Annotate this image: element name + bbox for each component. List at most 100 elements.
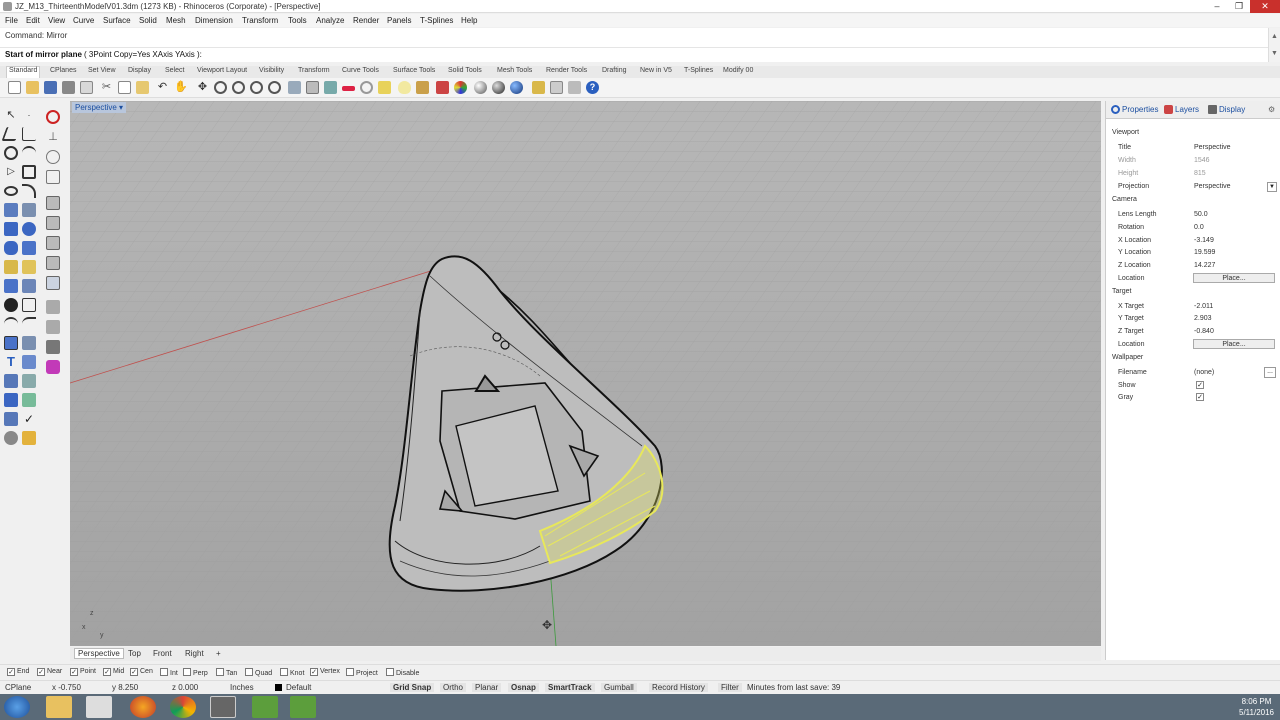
rectangle-icon[interactable] (22, 165, 36, 179)
menu-render[interactable]: Render (353, 16, 379, 25)
menu-help[interactable]: Help (461, 16, 477, 25)
tab-display[interactable]: Display (126, 67, 153, 74)
copy-icon[interactable] (118, 81, 131, 94)
tab-properties[interactable]: Properties (1122, 105, 1158, 114)
undo-icon[interactable]: ↶ (156, 81, 169, 94)
shaded-sphere-icon[interactable] (474, 81, 487, 94)
scroll-down-icon[interactable]: ▼ (1269, 45, 1280, 62)
filter-toggle[interactable]: Filter (718, 683, 742, 692)
select-arrow-icon[interactable]: ↖ (4, 108, 18, 122)
gumball-toggle[interactable]: Gumball (601, 683, 637, 692)
firefox-icon[interactable] (130, 696, 156, 718)
view-cube-perspective-icon[interactable] (46, 256, 60, 270)
viewport-menu-icon[interactable]: ▾ (119, 103, 123, 112)
osnap-point[interactable]: ✓ Point (70, 668, 96, 676)
osnap-cen[interactable]: ✓ Cen (130, 668, 153, 676)
properties-icon[interactable] (80, 81, 93, 94)
tab-perspective[interactable]: Perspective (74, 648, 124, 659)
new-file-icon[interactable] (8, 81, 21, 94)
box-icon[interactable] (4, 222, 18, 236)
target-place-button[interactable]: Place... (1193, 339, 1275, 349)
tab-surface-tools[interactable]: Surface Tools (391, 67, 437, 74)
app-c-icon-1[interactable] (252, 696, 278, 718)
lightbulb-icon[interactable] (398, 81, 411, 94)
osnap-disable-checkbox[interactable] (386, 668, 394, 676)
help-icon[interactable]: ? (586, 81, 599, 94)
osnap-end-checkbox[interactable]: ✓ (7, 668, 15, 676)
cancel-icon[interactable] (46, 110, 60, 124)
color-wheel-icon[interactable] (454, 81, 467, 94)
view-rotate-icon[interactable] (46, 150, 60, 164)
tab-front[interactable]: Front (150, 649, 175, 658)
z-target-row[interactable]: Z Target -0.840 (1106, 326, 1280, 338)
viewport-canvas[interactable]: z x y ✥ (70, 101, 1101, 646)
group-icon[interactable] (4, 336, 18, 350)
minimize-button[interactable]: – (1206, 0, 1228, 13)
gumball-icon[interactable] (46, 320, 60, 334)
render-icon[interactable] (510, 81, 523, 94)
cylinder-icon[interactable] (4, 241, 18, 255)
osnap-perp[interactable]: Perp (183, 668, 208, 677)
file-explorer-icon[interactable] (46, 696, 72, 718)
zoom-selected-icon[interactable] (268, 81, 281, 94)
rotate-view-icon[interactable]: ✥ (196, 81, 209, 94)
dimension-icon[interactable] (568, 81, 581, 94)
shaded-view-icon[interactable] (46, 276, 60, 290)
lock-icon[interactable] (416, 81, 429, 94)
osnap-knot[interactable]: Knot (280, 668, 304, 677)
ellipse-icon[interactable] (4, 186, 18, 196)
tab-new-in-v5[interactable]: New in V5 (638, 67, 674, 74)
osnap-near-checkbox[interactable]: ✓ (37, 668, 45, 676)
mesh-icon[interactable] (22, 260, 36, 274)
menu-tools[interactable]: Tools (288, 16, 307, 25)
close-button[interactable]: ✕ (1250, 0, 1280, 13)
render-preview-icon[interactable] (46, 300, 60, 314)
lens-length-row[interactable]: Lens Length 50.0 (1106, 209, 1280, 221)
osnap-near[interactable]: ✓ Near (37, 668, 62, 676)
tab-select[interactable]: Select (163, 67, 186, 74)
analyze-icon[interactable] (4, 412, 18, 426)
record-history-toggle[interactable]: Record History (649, 683, 708, 692)
osnap-project[interactable]: Project (346, 668, 378, 677)
menu-transform[interactable]: Transform (242, 16, 278, 25)
cplane-origin-icon[interactable]: ⊥ (46, 130, 60, 144)
set-view-icon[interactable] (288, 81, 301, 94)
select-icon[interactable] (378, 81, 391, 94)
tab-top[interactable]: Top (125, 649, 144, 658)
command-scrollbar[interactable]: ▲ ▼ (1268, 28, 1280, 62)
line-icon[interactable] (22, 127, 36, 141)
menu-edit[interactable]: Edit (26, 16, 40, 25)
sphere-icon[interactable] (22, 222, 36, 236)
rendered-sphere-icon[interactable] (492, 81, 505, 94)
zoom-icon[interactable] (214, 81, 227, 94)
move-icon[interactable] (22, 374, 36, 388)
chrome-icon[interactable] (170, 696, 196, 718)
point-icon[interactable]: · (22, 108, 36, 122)
tab-mesh-tools[interactable]: Mesh Tools (495, 67, 534, 74)
save-icon[interactable] (44, 81, 57, 94)
array-icon[interactable] (22, 336, 36, 350)
cplane-icon[interactable] (342, 86, 355, 91)
gray-checkbox[interactable]: ✓ (1196, 393, 1204, 401)
tab-standard[interactable]: Standard (6, 66, 41, 78)
rhino-taskbar-icon[interactable] (210, 696, 236, 718)
y-location-row[interactable]: Y Location 19.599 (1106, 247, 1280, 259)
osnap-project-checkbox[interactable] (346, 668, 354, 676)
osnap-quad[interactable]: Quad (245, 668, 272, 677)
tab-set-view[interactable]: Set View (86, 67, 118, 74)
tab-drafting[interactable]: Drafting (600, 67, 629, 74)
hide-icon[interactable] (4, 431, 18, 445)
add-viewport-tab[interactable]: + (213, 649, 224, 658)
circle-icon[interactable] (4, 146, 18, 160)
projection-dropdown-icon[interactable]: ▼ (1267, 182, 1277, 192)
y-target-row[interactable]: Y Target 2.903 (1106, 313, 1280, 325)
status-layer[interactable]: Default (286, 683, 311, 692)
tab-transform[interactable]: Transform (296, 67, 332, 74)
layout-icon[interactable] (4, 374, 18, 388)
options-icon[interactable] (532, 81, 545, 94)
projection-row[interactable]: Projection Perspective ▼ (1106, 181, 1280, 193)
settings-gear-icon[interactable] (550, 81, 563, 94)
arc-icon[interactable] (22, 146, 36, 160)
osnap-end[interactable]: ✓ End (7, 668, 29, 676)
view-cube-top-icon[interactable] (46, 196, 60, 210)
